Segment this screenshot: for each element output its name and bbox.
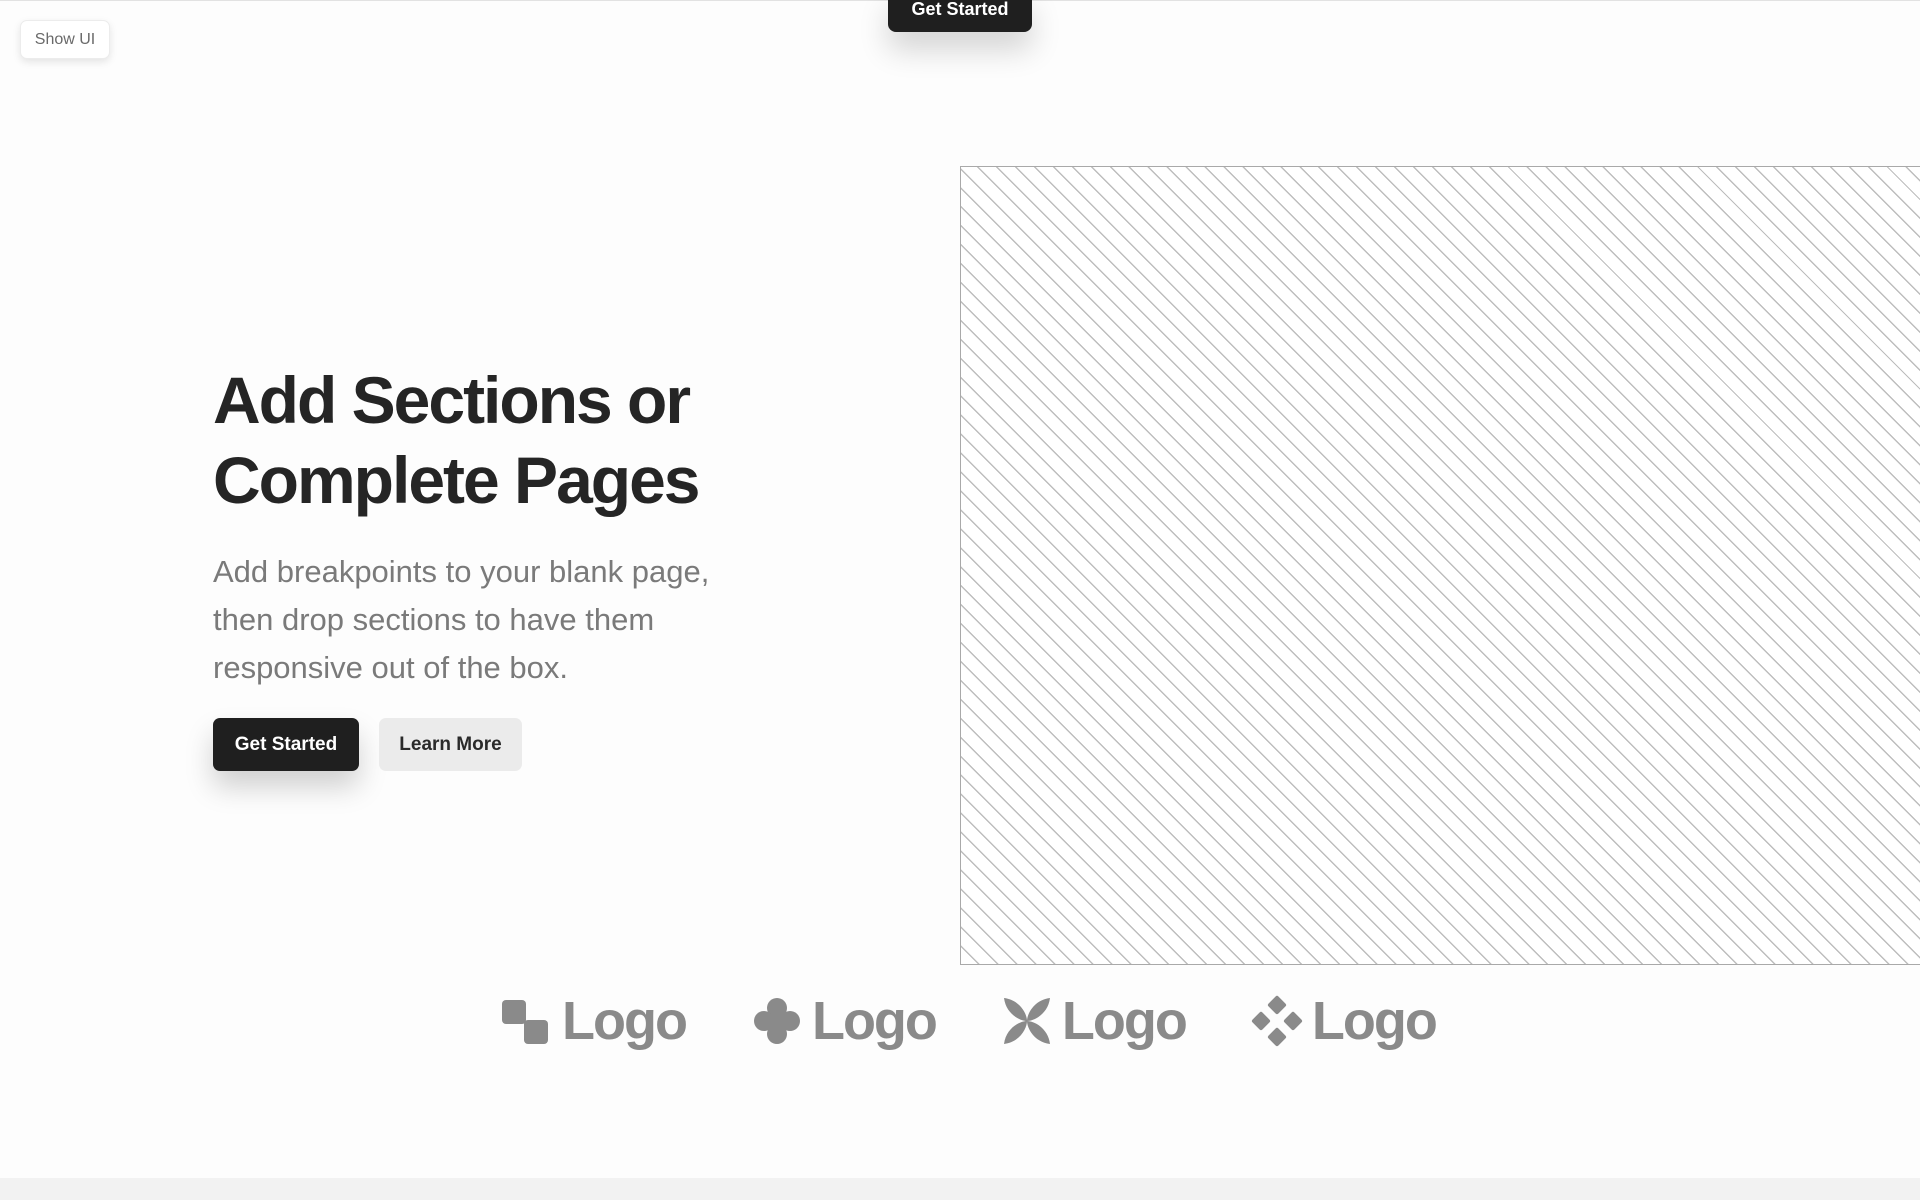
diamond-dots-logo-icon xyxy=(1251,995,1302,1047)
squares-logo-icon xyxy=(502,1000,548,1044)
logo-item: Logo xyxy=(1000,991,1188,1051)
show-ui-button[interactable]: Show UI xyxy=(20,20,110,59)
logo-label: Logo xyxy=(1061,991,1188,1051)
image-placeholder xyxy=(960,166,1920,965)
hero-title-line: Complete Pages xyxy=(213,443,701,517)
next-section-edge xyxy=(0,1178,1920,1200)
logo-label: Logo xyxy=(1311,991,1438,1051)
get-started-button[interactable]: Get Started xyxy=(213,718,359,771)
top-get-started-button[interactable]: Get Started xyxy=(888,0,1032,32)
page: Show UI Get Started Add Sections or Comp… xyxy=(0,0,1920,1200)
clover-logo-icon xyxy=(753,998,800,1044)
hero-subtitle-line: then drop sections to have them xyxy=(213,602,655,637)
x-petals-logo-icon xyxy=(1003,998,1050,1044)
hero-title: Add Sections or Complete Pages xyxy=(213,360,813,520)
logo-item: Logo xyxy=(750,991,938,1051)
hero-subtitle-line: responsive out of the box. xyxy=(213,650,569,685)
logo-item: Logo xyxy=(1250,991,1438,1051)
hero-subtitle-line: Add breakpoints to your blank page, xyxy=(213,554,710,589)
logo-strip: Logo Logo Logo Logo xyxy=(500,986,1500,1056)
hero-subtitle: Add breakpoints to your blank page, then… xyxy=(213,548,793,692)
logo-label: Logo xyxy=(562,991,688,1051)
logo-item: Logo xyxy=(500,991,688,1051)
hero-title-line: Add Sections or xyxy=(213,363,691,437)
learn-more-button[interactable]: Learn More xyxy=(379,718,522,771)
logo-label: Logo xyxy=(811,991,938,1051)
